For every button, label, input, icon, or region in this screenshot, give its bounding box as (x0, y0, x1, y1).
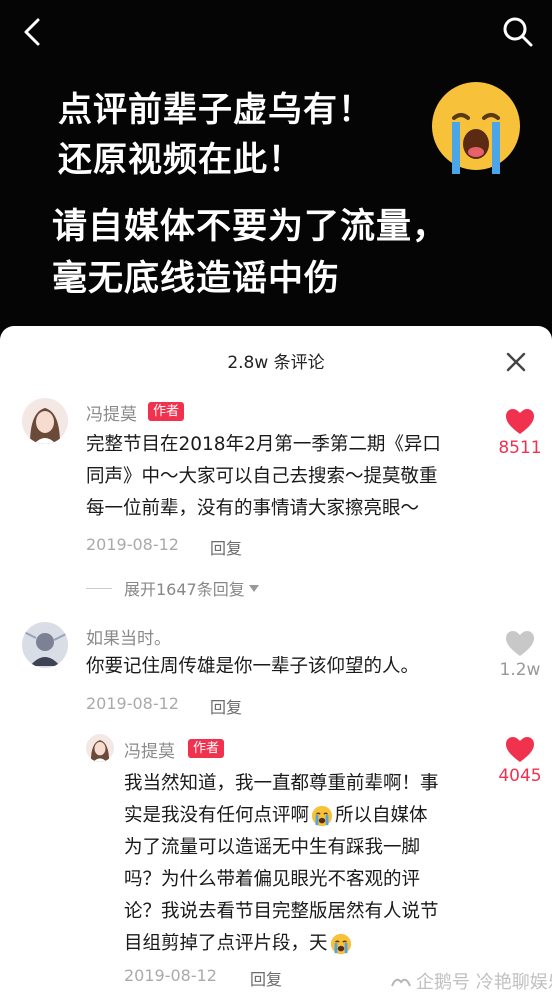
chevron-left-icon (24, 18, 40, 46)
heart-filled-icon (506, 409, 534, 434)
back-button[interactable] (16, 14, 52, 50)
avatar[interactable] (22, 398, 68, 444)
comment-date: 2019-08-12 (86, 694, 179, 713)
comment-text-line: 你要记住周传雄是你一辈子该仰望的人。 (86, 656, 420, 677)
reply-button[interactable]: 回复 (210, 694, 242, 718)
expand-replies-label: 展开1647条回复 (124, 580, 245, 599)
comment-text-line: 为了流量可以造谣无中生有踩我一脚 (124, 837, 421, 858)
watermark-text: 企鹅号 冷艳聊娱乐 (416, 972, 552, 993)
video-caption-line-4: 毫无底线造谣中伤 (52, 259, 341, 299)
reply-button[interactable]: 回复 (250, 966, 282, 990)
like-button[interactable]: 1.2w (490, 630, 550, 680)
video-caption-line-1: 点评前辈子虚乌有！ (58, 90, 373, 130)
comment-date: 2019-08-12 (124, 966, 217, 985)
comment-text-line: 同声》中～大家可以自己去搜索～提莫敬重 (86, 466, 438, 487)
watermark: 企鹅号 冷艳聊娱乐 (390, 968, 552, 994)
like-button[interactable]: 8511 (490, 408, 550, 458)
comment-text-segment: 目组剪掉了点评片段，天 (124, 933, 328, 954)
comment-text-line: 论？我说去看节目完整版居然有人说节 (124, 901, 439, 922)
expand-replies-button[interactable]: 展开1647条回复 (86, 576, 259, 600)
comment-username[interactable]: 如果当时。 (86, 624, 171, 649)
comment-text-line: 实是我没有任何点评啊 所以自媒体 (124, 800, 428, 832)
penguin-logo-icon (391, 978, 411, 987)
search-icon (503, 17, 533, 47)
reply-button[interactable]: 回复 (210, 535, 242, 559)
close-icon (506, 352, 526, 372)
avatar[interactable] (22, 622, 68, 668)
like-button[interactable]: 4045 (490, 736, 550, 786)
heart-outline-icon (506, 631, 534, 656)
comment-username[interactable]: 冯提莫 (86, 400, 137, 425)
comment-text-line: 我当然知道，我一直都尊重前辈啊！事 (124, 773, 439, 794)
loudly-crying-face-icon (432, 82, 520, 174)
comment-text-line: 吗？为什么带着偏见眼光不客观的评 (124, 869, 421, 890)
author-badge: 作者 (188, 739, 225, 758)
comment-text-line: 目组剪掉了点评片段，天 (124, 928, 352, 960)
like-count: 4045 (498, 766, 542, 786)
author-badge: 作者 (148, 402, 185, 421)
comment-text-segment: 实是我没有任何点评啊 (124, 805, 310, 826)
comment-text-line: 每一位前辈，没有的事情请大家擦亮眼～ (86, 498, 420, 519)
search-button[interactable] (500, 14, 536, 50)
video-caption-line-3: 请自媒体不要为了流量， (52, 207, 449, 247)
close-button[interactable] (502, 348, 530, 376)
comment-date: 2019-08-12 (86, 535, 179, 554)
divider (86, 587, 112, 589)
comment-text-segment: 所以自媒体 (335, 805, 428, 826)
like-count: 8511 (498, 438, 542, 458)
avatar[interactable] (86, 734, 114, 762)
caret-down-icon (248, 584, 259, 592)
crying-face-icon (330, 933, 351, 955)
like-count: 1.2w (499, 660, 541, 680)
comment-count-title: 2.8w 条评论 (227, 353, 325, 373)
comments-panel: 2.8w 条评论 冯提莫 作者 完整节目在2018年2月第一季第二期《异口 同声… (0, 326, 552, 1000)
crying-face-icon (311, 805, 333, 827)
video-preview[interactable]: 点评前辈子虚乌有！ 还原视频在此！ 请自媒体不要为了流量， 毫无底线造谣中伤 (0, 0, 552, 330)
comment-username[interactable]: 冯提莫 (124, 737, 175, 762)
video-caption-line-2: 还原视频在此！ (58, 140, 303, 180)
heart-filled-icon (506, 737, 534, 762)
comment-text-line: 完整节目在2018年2月第一季第二期《异口 (86, 434, 441, 455)
